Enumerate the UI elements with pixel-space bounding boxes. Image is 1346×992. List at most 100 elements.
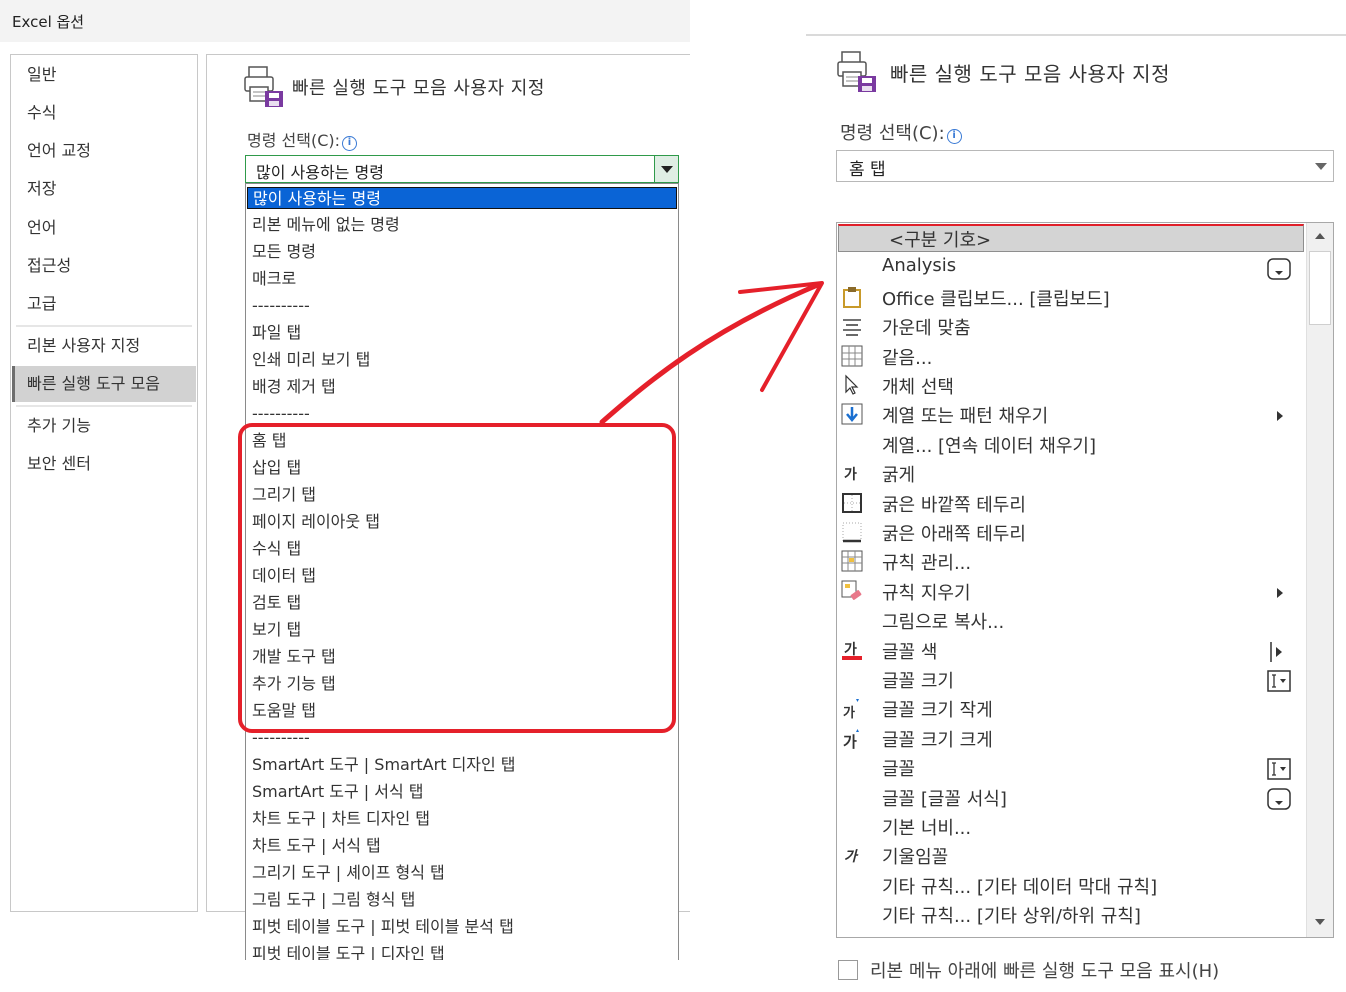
- command-item[interactable]: Office 클립보드... [클립보드]: [837, 283, 1307, 312]
- command-item[interactable]: 기타 규칙... [기타 상위/하위 규칙]: [837, 900, 1307, 929]
- dropdown-item[interactable]: 차트 도구 | 서식 탭: [252, 835, 381, 857]
- submenu-arrow-icon: [1267, 405, 1291, 427]
- show-below-ribbon-checkbox[interactable]: [838, 960, 858, 980]
- command-item[interactable]: 굵은 아래쪽 테두리: [837, 518, 1307, 547]
- choose-commands-label-text: 명령 선택(C):: [247, 131, 341, 150]
- command-label: 글꼴 [글꼴 서식]: [882, 788, 1007, 810]
- dropdown-item[interactable]: 많이 사용하는 명령: [247, 187, 677, 209]
- scroll-down-icon[interactable]: [1310, 913, 1330, 931]
- choose-commands-combobox[interactable]: 많이 사용하는 명령: [245, 155, 679, 183]
- info-icon[interactable]: i: [342, 136, 358, 151]
- command-item[interactable]: 굵은 바깥쪽 테두리: [837, 489, 1307, 518]
- nav-separator: [16, 325, 192, 327]
- command-item[interactable]: 가운데 맞춤: [837, 312, 1307, 341]
- combobox-value: 많이 사용하는 명령: [256, 163, 384, 182]
- vertical-scrollbar[interactable]: [1306, 223, 1333, 937]
- nav-item-quick-access-toolbar[interactable]: 빠른 실행 도구 모음: [12, 366, 196, 402]
- page-heading: 빠른 실행 도구 모음 사용자 지정: [292, 78, 545, 99]
- dropdown-item[interactable]: SmartArt 도구 | 서식 탭: [252, 781, 424, 803]
- command-item[interactable]: 가 글꼴 크기 작게: [837, 694, 1307, 723]
- command-item[interactable]: 기본 너비...: [837, 812, 1307, 841]
- svg-text:가: 가: [843, 706, 855, 719]
- nav-item-save[interactable]: 저장: [12, 171, 196, 207]
- nav-item-customize-ribbon[interactable]: 리본 사용자 지정: [12, 328, 196, 364]
- dropdown-item[interactable]: 피벗 테이블 도구 | 피벗 테이블 분석 탭: [252, 916, 514, 938]
- nav-separator: [16, 405, 192, 407]
- commands-list[interactable]: <구분 기호> Analysis Office 클립보드... [클립보드] 가운데 …: [836, 222, 1334, 938]
- clipboard-icon: [841, 286, 863, 308]
- command-item[interactable]: 계열 또는 패턴 채우기: [837, 400, 1307, 429]
- choose-commands-label-text: 명령 선택(C):: [840, 123, 945, 144]
- dropdown-item[interactable]: 그리기 도구 | 셰이프 형식 탭: [252, 862, 445, 884]
- nav-item-add-ins[interactable]: 추가 기능: [12, 408, 196, 444]
- command-label: 기본 너비...: [882, 818, 972, 839]
- dropdown-item[interactable]: 그림 도구 | 그림 형식 탭: [252, 889, 415, 911]
- command-item[interactable]: Analysis: [837, 253, 1307, 282]
- dropdown-item[interactable]: SmartArt 도구 | SmartArt 디자인 탭: [252, 754, 516, 776]
- nav-item-accessibility[interactable]: 접근성: [12, 248, 196, 284]
- chevron-down-icon[interactable]: [1315, 163, 1327, 170]
- scrollbar-thumb[interactable]: [1309, 251, 1331, 325]
- page-heading-right: 빠른 실행 도구 모음 사용자 지정: [890, 62, 1170, 86]
- options-nav: 일반 수식 언어 교정 저장 언어 접근성 고급 리본 사용자 지정 빠른 실행…: [10, 54, 198, 912]
- command-label: 글꼴: [882, 759, 916, 781]
- command-item[interactable]: 글꼴 [글꼴 서식]: [837, 783, 1307, 812]
- command-item[interactable]: 개체 선택: [837, 371, 1307, 400]
- command-label: 기타 규칙... [기타 데이터 막대 규칙]: [882, 876, 1158, 898]
- command-item[interactable]: 가 글꼴 크기 크게: [837, 724, 1307, 753]
- nav-item-proofing[interactable]: 언어 교정: [12, 133, 196, 169]
- dropdown-box-icon: [1267, 787, 1291, 810]
- divider: [806, 34, 1346, 36]
- command-label: 굵은 바깥쪽 테두리: [882, 494, 1026, 516]
- command-item[interactable]: 글꼴 크기: [837, 665, 1307, 694]
- command-label: 규칙 지우기: [882, 582, 971, 604]
- quick-access-toolbar-icon: [837, 51, 876, 92]
- dropdown-box-icon: [1267, 258, 1291, 281]
- command-item[interactable]: 글꼴: [837, 753, 1307, 782]
- command-item[interactable]: 같음...: [837, 342, 1307, 371]
- dropdown-item[interactable]: 파일 탭: [252, 322, 301, 344]
- command-label: 글꼴 색: [882, 641, 938, 663]
- quick-access-toolbar-icon: [244, 66, 283, 107]
- command-label: <구분 기호>: [889, 230, 992, 251]
- nav-item-advanced[interactable]: 고급: [12, 286, 196, 322]
- command-item[interactable]: 그림으로 복사...: [837, 606, 1307, 635]
- highlight-annotation-box: [238, 423, 676, 733]
- clear-rules-icon: [841, 580, 863, 602]
- command-item[interactable]: 규칙 관리...: [837, 547, 1307, 576]
- dropdown-item[interactable]: 피벗 테이블 도구 | 디자인 탭: [252, 943, 445, 960]
- command-label: Office 클립보드... [클립보드]: [882, 288, 1110, 310]
- svg-text:가: 가: [844, 849, 859, 865]
- command-label: 글꼴 크기 크게: [882, 729, 993, 751]
- nav-item-formulas[interactable]: 수식: [12, 95, 196, 131]
- chevron-down-icon[interactable]: [654, 156, 678, 182]
- command-item[interactable]: 가 글꼴 색: [837, 636, 1307, 665]
- scroll-up-icon[interactable]: [1310, 227, 1330, 245]
- command-label: 굵은 아래쪽 테두리: [882, 524, 1026, 545]
- dropdown-item[interactable]: 인쇄 미리 보기 탭: [252, 349, 370, 371]
- nav-item-trust-center[interactable]: 보안 센터: [12, 446, 196, 482]
- dropdown-item[interactable]: 차트 도구 | 차트 디자인 탭: [252, 808, 430, 830]
- text-input-icon: [1267, 758, 1291, 780]
- dropdown-item[interactable]: 매크로: [252, 268, 296, 290]
- command-item[interactable]: 가 기울임꼴: [837, 841, 1307, 870]
- command-item[interactable]: 가 굵게: [837, 459, 1307, 488]
- command-item[interactable]: 규칙 지우기: [837, 577, 1307, 606]
- command-item-selected[interactable]: <구분 기호>: [837, 224, 1307, 253]
- dropdown-item[interactable]: 배경 제거 탭: [252, 376, 336, 398]
- dialog-title: Excel 옵션: [12, 13, 85, 31]
- decrease-font-icon: 가: [841, 697, 863, 721]
- command-label: 기타 규칙... [기타 상위/하위 규칙]: [882, 906, 1141, 928]
- nav-item-general[interactable]: 일반: [12, 57, 196, 93]
- thick-box-border-icon: [841, 492, 863, 514]
- command-label: 계열 또는 패턴 채우기: [882, 406, 1049, 428]
- nav-item-language[interactable]: 언어: [12, 210, 196, 246]
- command-item[interactable]: 기타 규칙... [기타 데이터 막대 규칙]: [837, 871, 1307, 900]
- choose-commands-combobox-right[interactable]: 홈 탭: [836, 150, 1334, 182]
- dropdown-item[interactable]: 모든 명령: [252, 241, 316, 263]
- choose-commands-label-right: 명령 선택(C): i: [840, 119, 962, 145]
- command-label: Analysis: [882, 255, 957, 277]
- dropdown-item[interactable]: 리본 메뉴에 없는 명령: [252, 214, 400, 236]
- info-icon[interactable]: i: [946, 129, 962, 144]
- command-item[interactable]: 계열... [연속 데이터 채우기]: [837, 430, 1307, 459]
